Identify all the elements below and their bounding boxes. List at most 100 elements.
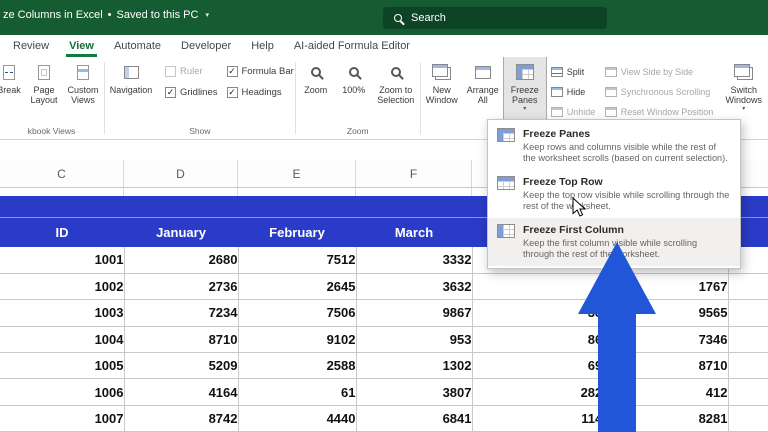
freeze-panes-label: Freeze Panes	[510, 85, 539, 106]
column-letter[interactable]: D	[124, 160, 238, 187]
magnifier-selection-icon	[390, 67, 401, 77]
tab-help[interactable]: Help	[248, 37, 277, 57]
sheet-cell[interactable]: 1007	[0, 405, 125, 432]
zoom-to-selection-button[interactable]: Zoom to Selection	[373, 57, 419, 119]
new-window-label: New Window	[425, 85, 458, 106]
sheet-cell[interactable]	[728, 352, 768, 380]
zoom-to-selection-label: Zoom to Selection	[377, 85, 415, 106]
sheet-header-cell[interactable]: ID	[0, 218, 124, 247]
arrange-all-button[interactable]: Arrange All	[462, 57, 504, 119]
sheet-cell[interactable]: 2645	[238, 273, 357, 301]
sheet-cell[interactable]: 1302	[356, 352, 473, 380]
custom-views-button[interactable]: Custom Views	[63, 57, 103, 119]
sheet-cell[interactable]	[728, 326, 768, 354]
ruler-checkbox[interactable]: Ruler	[165, 66, 218, 77]
column-letter[interactable]: C	[0, 160, 124, 187]
new-window-button[interactable]: New Window	[422, 57, 462, 119]
sheet-header-cell[interactable]: February	[238, 218, 356, 247]
menu-item-freeze-panes[interactable]: Freeze Panes Keep rows and columns visib…	[488, 122, 740, 170]
magnifier-icon	[310, 67, 321, 77]
freeze-first-column-icon	[497, 224, 515, 238]
sheet-cell[interactable]: 953	[356, 326, 473, 354]
show-group: Navigation Ruler Gridlines Formula Bar	[106, 57, 294, 139]
hide-label: Hide	[566, 87, 586, 97]
document-title[interactable]: ze Columns in Excel • Saved to this PC ▾	[3, 9, 209, 21]
sheet-cell[interactable]: 7512	[238, 247, 357, 274]
sheet-cell[interactable]: 1002	[0, 273, 125, 301]
workbook-views-group-label: kbook Views	[27, 126, 76, 136]
sheet-cell[interactable]: 5209	[124, 352, 239, 380]
tab-ai-aided-formula-editor[interactable]: AI-aided Formula Editor	[291, 37, 413, 57]
sheet-header-cell[interactable]: January	[124, 218, 238, 247]
sheet-cell[interactable]: 1006	[0, 378, 125, 406]
menu-item-title: Freeze Top Row	[523, 176, 603, 188]
search-box[interactable]: Search	[383, 7, 607, 29]
sheet-cell[interactable]	[728, 405, 768, 432]
sheet-cell[interactable]: 1004	[0, 326, 125, 354]
sheet-cell[interactable]	[728, 299, 768, 327]
switch-windows-icon	[734, 64, 751, 77]
page-break-preview-button[interactable]: Break	[0, 57, 25, 119]
tab-developer[interactable]: Developer	[178, 37, 234, 57]
checkbox-checked-icon	[226, 87, 238, 98]
freeze-panes-button[interactable]: Freeze Panes ▾	[502, 57, 547, 120]
page-break-preview-icon	[3, 64, 15, 80]
gridlines-checkbox[interactable]: Gridlines	[165, 87, 218, 98]
column-letter[interactable]: F	[356, 160, 472, 187]
synchronous-scrolling-button[interactable]: Synchronous Scrolling	[600, 82, 718, 102]
sheet-cell[interactable]: 2736	[124, 273, 239, 301]
sheet-cell[interactable]: 8742	[124, 405, 239, 432]
chevron-down-icon: ▾	[742, 105, 746, 112]
save-status[interactable]: Saved to this PC	[117, 9, 199, 21]
switch-windows-button[interactable]: Switch Windows ▾	[721, 57, 767, 119]
menu-item-description: Keep the top row visible while scrolling…	[523, 190, 730, 211]
headings-checkbox[interactable]: Headings	[226, 87, 294, 98]
unhide-icon	[550, 107, 563, 117]
sheet-cell[interactable]: 9102	[238, 326, 357, 354]
column-letter[interactable]: E	[238, 160, 356, 187]
sheet-cell[interactable]: 3632	[356, 273, 473, 301]
sheet-cell[interactable]: 4440	[238, 405, 357, 432]
zoom-group-label: Zoom	[346, 126, 369, 136]
sheet-cell[interactable]: 1003	[0, 299, 125, 327]
sheet-cell[interactable]: 7506	[238, 299, 357, 327]
navigation-button[interactable]: Navigation	[106, 57, 156, 119]
zoom-button[interactable]: Zoom	[297, 57, 335, 119]
sheet-cell[interactable]: 3807	[356, 378, 473, 406]
chevron-down-icon: ▾	[205, 12, 209, 19]
split-button[interactable]: Split	[546, 62, 600, 82]
hide-button[interactable]: Hide	[546, 82, 600, 102]
custom-views-icon	[77, 64, 89, 80]
menu-item-freeze-top-row[interactable]: Freeze Top Row Keep the top row visible …	[488, 170, 740, 218]
sheet-cell[interactable]: 2588	[238, 352, 357, 380]
show-group-label: Show	[189, 126, 211, 136]
tab-review[interactable]: Review	[10, 37, 52, 57]
sheet-cell[interactable]	[728, 378, 768, 406]
split-icon	[550, 67, 563, 77]
document-title-text: ze Columns in Excel	[3, 9, 103, 21]
sheet-cell[interactable]: 7234	[124, 299, 239, 327]
sheet-cell[interactable]: 6841	[356, 405, 473, 432]
tab-automate[interactable]: Automate	[111, 37, 164, 57]
sheet-cell[interactable]: 61	[238, 378, 357, 406]
sheet-cell[interactable]: 4164	[124, 378, 239, 406]
sheet-cell[interactable]: 1001	[0, 247, 125, 274]
sheet-cell[interactable]: 8710	[124, 326, 239, 354]
page-layout-icon	[38, 64, 50, 80]
sheet-cell[interactable]: 1005	[0, 352, 125, 380]
zoom-100-label: 100%	[342, 85, 366, 95]
titlebar: ze Columns in Excel • Saved to this PC ▾…	[0, 0, 768, 35]
zoom-100-button[interactable]: 100%	[335, 57, 373, 119]
sheet-cell[interactable]	[728, 273, 768, 301]
page-layout-button[interactable]: Page Layout	[25, 57, 63, 119]
sheet-cell[interactable]: 3332	[356, 247, 473, 274]
view-side-by-side-button[interactable]: View Side by Side	[600, 62, 718, 82]
gridlines-label: Gridlines	[180, 87, 218, 98]
sheet-cell[interactable]: 2680	[124, 247, 239, 274]
sheet-cell[interactable]: 9867	[356, 299, 473, 327]
arrange-all-label: Arrange All	[466, 85, 499, 106]
formula-bar-checkbox[interactable]: Formula Bar	[226, 66, 294, 77]
tab-view[interactable]: View	[66, 37, 97, 57]
sheet-header-cell[interactable]: March	[356, 218, 472, 247]
page-layout-label: Page Layout	[30, 85, 58, 106]
